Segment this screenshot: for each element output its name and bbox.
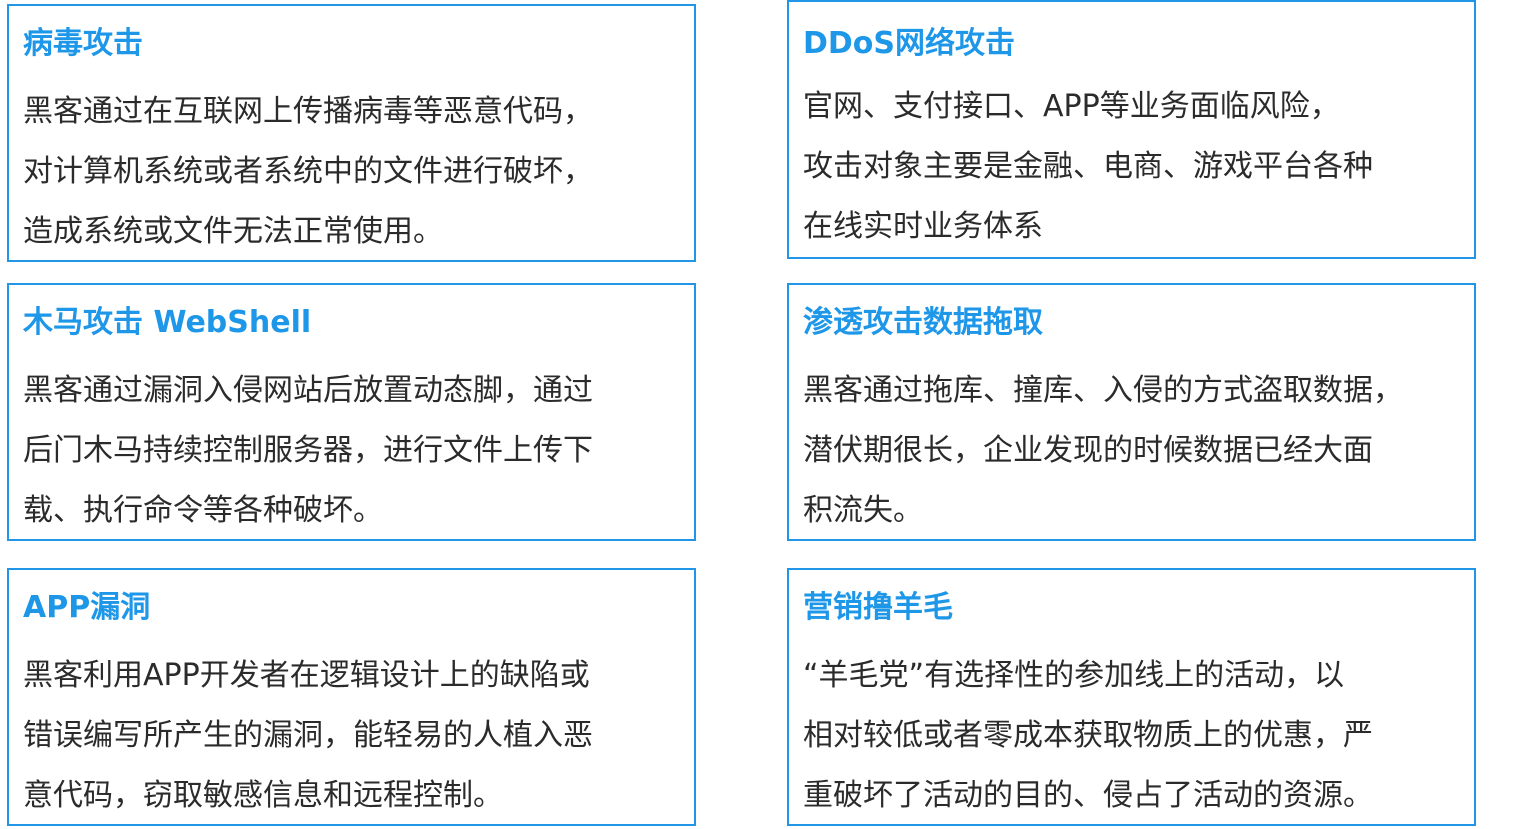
- threat-card-ddos: DDoS网络攻击 官网、支付接口、APP等业务面临风险， 攻击对象主要是金融、电…: [787, 0, 1476, 259]
- card-description-line: “羊毛党”有选择性的参加线上的活动，以: [803, 658, 1345, 693]
- card-title: DDoS网络攻击: [803, 26, 1016, 61]
- card-description-line: 黑客通过漏洞入侵网站后放置动态脚，通过: [23, 373, 593, 408]
- card-description: 官网、支付接口、APP等业务面临风险， 攻击对象主要是金融、电商、游戏平台各种 …: [803, 77, 1470, 257]
- card-title: 木马攻击 WebShell: [23, 305, 312, 340]
- card-description-line: 造成系统或文件无法正常使用。: [23, 214, 443, 249]
- card-title: 渗透攻击数据拖取: [803, 305, 1043, 340]
- card-description: 黑客通过漏洞入侵网站后放置动态脚，通过 后门木马持续控制服务器，进行文件上传下 …: [23, 361, 690, 541]
- threat-card-trojan-webshell: 木马攻击 WebShell 黑客通过漏洞入侵网站后放置动态脚，通过 后门木马持续…: [7, 283, 696, 541]
- card-title: APP漏洞: [23, 590, 151, 625]
- card-description-line: 后门木马持续控制服务器，进行文件上传下: [23, 433, 593, 468]
- card-description-line: 对计算机系统或者系统中的文件进行破坏，: [23, 154, 593, 189]
- threat-card-app-vulnerability: APP漏洞 黑客利用APP开发者在逻辑设计上的缺陷或 错误编写所产生的漏洞，能轻…: [7, 568, 696, 826]
- card-description-line: 在线实时业务体系: [803, 209, 1043, 244]
- threat-card-penetration: 渗透攻击数据拖取 黑客通过拖库、撞库、入侵的方式盗取数据， 潜伏期很长，企业发现…: [787, 283, 1476, 541]
- card-description-line: 载、执行命令等各种破坏。: [23, 493, 383, 528]
- card-description-line: 错误编写所产生的漏洞，能轻易的人植入恶: [23, 718, 593, 753]
- threat-card-virus: 病毒攻击 黑客通过在互联网上传播病毒等恶意代码， 对计算机系统或者系统中的文件进…: [7, 4, 696, 262]
- card-description-line: 相对较低或者零成本获取物质上的优惠，严: [803, 718, 1373, 753]
- card-description: 黑客利用APP开发者在逻辑设计上的缺陷或 错误编写所产生的漏洞，能轻易的人植入恶…: [23, 646, 690, 826]
- card-description-line: 黑客利用APP开发者在逻辑设计上的缺陷或: [23, 658, 590, 693]
- card-title: 营销撸羊毛: [803, 590, 953, 625]
- card-description-line: 攻击对象主要是金融、电商、游戏平台各种: [803, 149, 1373, 184]
- card-description: 黑客通过在互联网上传播病毒等恶意代码， 对计算机系统或者系统中的文件进行破坏， …: [23, 82, 690, 262]
- card-description-line: 黑客通过拖库、撞库、入侵的方式盗取数据，: [803, 373, 1403, 408]
- card-description-line: 黑客通过在互联网上传播病毒等恶意代码，: [23, 94, 593, 129]
- card-description-line: 潜伏期很长，企业发现的时候数据已经大面: [803, 433, 1373, 468]
- card-description-line: 重破坏了活动的目的、侵占了活动的资源。: [803, 778, 1373, 813]
- card-title: 病毒攻击: [23, 26, 143, 61]
- card-description: 黑客通过拖库、撞库、入侵的方式盗取数据， 潜伏期很长，企业发现的时候数据已经大面…: [803, 361, 1470, 541]
- threat-card-marketing-fraud: 营销撸羊毛 “羊毛党”有选择性的参加线上的活动，以 相对较低或者零成本获取物质上…: [787, 568, 1476, 826]
- card-description-line: 积流失。: [803, 493, 923, 528]
- card-description: “羊毛党”有选择性的参加线上的活动，以 相对较低或者零成本获取物质上的优惠，严 …: [803, 646, 1470, 826]
- card-description-line: 官网、支付接口、APP等业务面临风险，: [803, 89, 1340, 124]
- card-description-line: 意代码，窃取敏感信息和远程控制。: [23, 778, 503, 813]
